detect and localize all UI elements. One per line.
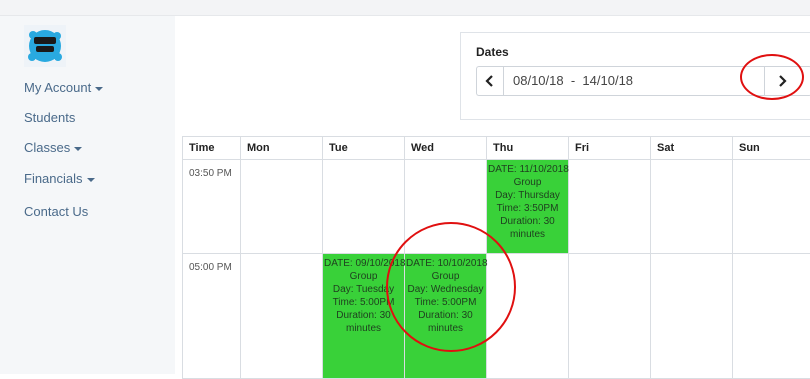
lesson-cell[interactable]: DATE: 10/10/2018 Group Day: Wednesday Ti… <box>405 254 487 379</box>
nav-contact-us[interactable]: Contact Us <box>24 204 88 219</box>
nav-financials[interactable]: Financials <box>24 171 95 186</box>
lesson-time: Time: 5:00PM <box>324 296 403 309</box>
lesson-day: Day: Thursday <box>488 189 567 202</box>
lesson-type: Group <box>406 270 485 283</box>
header-fri: Fri <box>569 137 651 160</box>
lesson-block-thu[interactable]: DATE: 11/10/2018 Group Day: Thursday Tim… <box>487 160 568 253</box>
lesson-duration: Duration: 30 <box>406 309 485 322</box>
empty-cell <box>323 160 405 254</box>
lesson-date: DATE: 11/10/2018 <box>488 163 567 176</box>
caret-down-icon <box>95 87 103 91</box>
header-time: Time <box>183 137 241 160</box>
chevron-right-icon <box>777 75 787 87</box>
lesson-unit: minutes <box>324 322 403 335</box>
header-tue: Tue <box>323 137 405 160</box>
date-range-end: 14/10/18 <box>582 73 633 88</box>
empty-cell <box>241 254 323 379</box>
empty-cell <box>651 254 733 379</box>
lesson-duration: Duration: 30 <box>488 215 567 228</box>
empty-cell <box>241 160 323 254</box>
nav-contact-us-label: Contact Us <box>24 204 88 219</box>
empty-cell <box>733 160 810 254</box>
nav-students[interactable]: Students <box>24 110 75 125</box>
nav-classes[interactable]: Classes <box>24 140 82 155</box>
next-week-button[interactable] <box>764 67 799 95</box>
table-row: 05:00 PM DATE: 09/10/2018 Group Day: Tue… <box>183 254 810 379</box>
empty-cell <box>651 160 733 254</box>
lesson-type: Group <box>324 270 403 283</box>
lesson-date: DATE: 09/10/2018 <box>324 257 403 270</box>
lesson-duration: Duration: 30 <box>324 309 403 322</box>
timetable: Time Mon Tue Wed Thu Fri Sat Sun 03:50 P… <box>182 136 810 379</box>
top-strip <box>0 0 810 16</box>
time-slot: 05:00 PM <box>183 254 241 379</box>
logo[interactable] <box>24 25 66 67</box>
header-sun: Sun <box>733 137 810 160</box>
lesson-time: Time: 3:50PM <box>488 202 567 215</box>
lesson-date: DATE: 10/10/2018 <box>406 257 485 270</box>
lesson-day: Day: Tuesday <box>324 283 403 296</box>
caret-down-icon <box>74 147 82 151</box>
nav-financials-label: Financials <box>24 171 83 186</box>
time-slot: 03:50 PM <box>183 160 241 254</box>
header-wed: Wed <box>405 137 487 160</box>
lesson-day: Day: Wednesday <box>406 283 485 296</box>
lesson-unit: minutes <box>488 228 567 241</box>
header-sat: Sat <box>651 137 733 160</box>
date-range-picker[interactable]: 08/10/18 - 14/10/18 <box>476 66 810 96</box>
date-range-start: 08/10/18 <box>513 73 564 88</box>
lesson-time: Time: 5:00PM <box>406 296 485 309</box>
lesson-unit: minutes <box>406 322 485 335</box>
dates-panel: Dates 08/10/18 - 14/10/18 <box>460 32 810 120</box>
sidebar: My Account Students Classes Financials C… <box>0 16 175 374</box>
date-range-text: 08/10/18 - 14/10/18 <box>513 73 633 88</box>
lesson-cell[interactable]: DATE: 09/10/2018 Group Day: Tuesday Time… <box>323 254 405 379</box>
empty-cell <box>733 254 810 379</box>
caret-down-icon <box>87 178 95 182</box>
header-thu: Thu <box>487 137 569 160</box>
nav-my-account-label: My Account <box>24 80 91 95</box>
nav-my-account[interactable]: My Account <box>24 80 103 95</box>
header-mon: Mon <box>241 137 323 160</box>
lesson-block-tue[interactable]: DATE: 09/10/2018 Group Day: Tuesday Time… <box>323 254 404 378</box>
table-row: 03:50 PM DATE: 11/10/2018 Group Day: Thu… <box>183 160 810 254</box>
empty-cell <box>487 254 569 379</box>
chevron-left-icon <box>485 75 495 87</box>
lesson-cell[interactable]: DATE: 11/10/2018 Group Day: Thursday Tim… <box>487 160 569 254</box>
empty-cell <box>569 254 651 379</box>
nav-students-label: Students <box>24 110 75 125</box>
nav-classes-label: Classes <box>24 140 70 155</box>
lesson-type: Group <box>488 176 567 189</box>
previous-week-button[interactable] <box>477 67 504 95</box>
dates-title: Dates <box>476 45 509 59</box>
lesson-block-wed[interactable]: DATE: 10/10/2018 Group Day: Wednesday Ti… <box>405 254 486 378</box>
empty-cell <box>569 160 651 254</box>
empty-cell <box>405 160 487 254</box>
date-range-separator: - <box>571 73 575 88</box>
